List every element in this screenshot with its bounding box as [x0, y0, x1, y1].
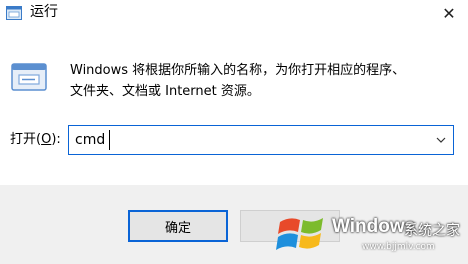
watermark-site-name: 系统之家	[404, 223, 460, 239]
text-caret	[109, 130, 110, 150]
close-icon: ✕	[442, 3, 456, 23]
windows-logo-icon	[276, 218, 323, 250]
run-dialog-icon	[11, 63, 47, 91]
open-input[interactable]: cmd	[75, 131, 105, 149]
ok-button-label: 确定	[164, 220, 191, 236]
description-line-2: 文件夹、文档或 Internet 资源。	[70, 84, 260, 99]
close-button[interactable]: ✕	[430, 0, 468, 26]
open-combobox[interactable]: cmd	[68, 125, 454, 155]
description-text: Windows 将根据你所输入的名称，为你打开相应的程序、 文件夹、文档或 In…	[70, 60, 450, 102]
run-app-icon	[6, 6, 22, 20]
watermark-url: www.bjjmlv.com	[362, 242, 435, 252]
ok-button[interactable]: 确定	[128, 210, 228, 242]
window-title: 运行	[30, 4, 58, 20]
chevron-down-icon[interactable]	[435, 134, 447, 146]
open-label: 打开(O):	[10, 132, 61, 147]
description-line-1: Windows 将根据你所输入的名称，为你打开相应的程序、	[70, 63, 406, 78]
site-watermark: Windows 系统之家 www.bjjmlv.com	[270, 204, 466, 260]
title-bar: 运行 ✕	[0, 0, 468, 28]
watermark-brand: Windows	[332, 216, 416, 237]
